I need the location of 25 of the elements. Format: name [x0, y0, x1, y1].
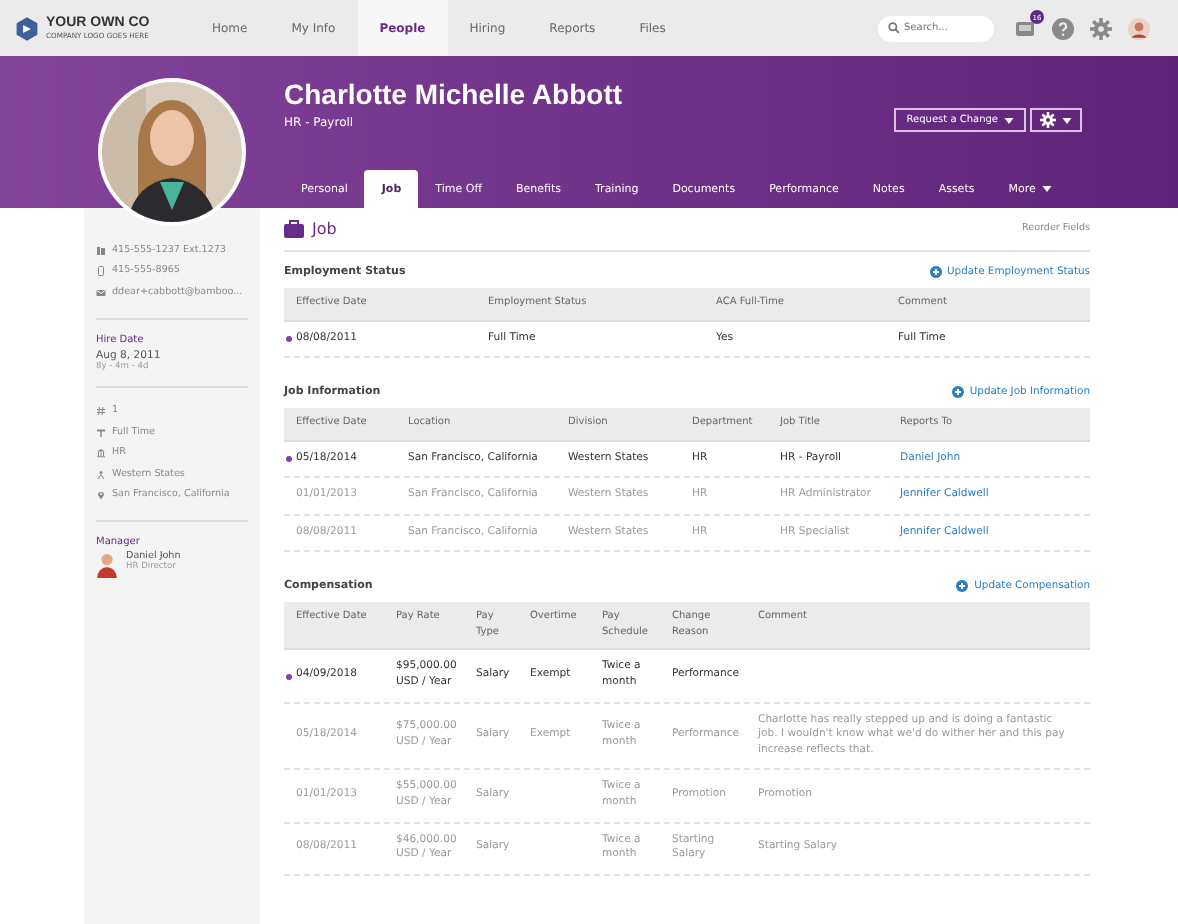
mobile-phone-icon	[96, 266, 106, 277]
settings-icon[interactable]	[1090, 17, 1112, 39]
location-pin-icon	[96, 490, 106, 501]
plus-circle-icon	[951, 386, 964, 399]
help-icon[interactable]	[1052, 17, 1074, 39]
email-icon	[96, 287, 106, 298]
caret-icon	[1062, 117, 1072, 123]
plus-circle-icon	[956, 580, 969, 593]
user-avatar[interactable]	[1128, 17, 1150, 39]
hash-icon	[96, 406, 106, 417]
section-title: Job	[312, 220, 337, 238]
gear-icon	[1040, 112, 1056, 128]
signpost-icon	[96, 427, 106, 438]
caret-icon	[1004, 117, 1014, 123]
desk-phone-icon	[96, 245, 106, 256]
employee-name: Charlotte Michelle Abbott	[284, 78, 623, 112]
hexagon-logo-icon	[14, 15, 40, 41]
caret-icon	[1041, 186, 1052, 192]
search-icon	[888, 22, 900, 34]
briefcase-icon	[284, 220, 304, 238]
people-icon	[96, 469, 106, 480]
settings-menu-button[interactable]	[1030, 108, 1082, 132]
plus-circle-icon	[929, 266, 941, 278]
manager-avatar	[96, 552, 118, 578]
building-icon	[96, 448, 106, 459]
